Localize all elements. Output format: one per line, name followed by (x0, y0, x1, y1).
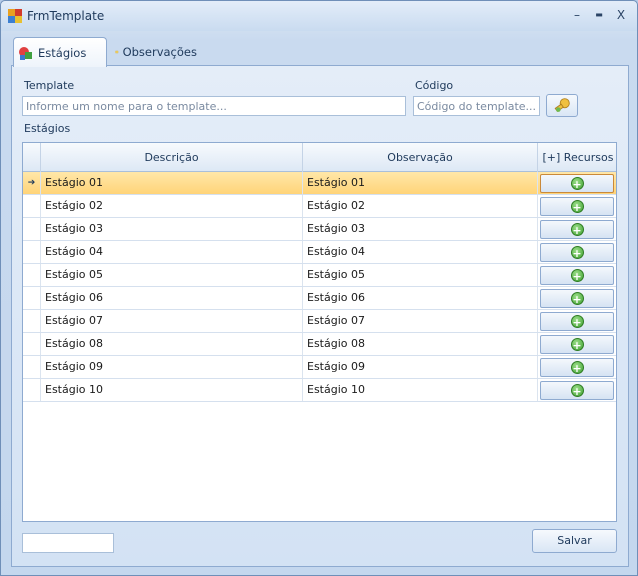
cell-observacao[interactable]: Estágio 06 (303, 287, 538, 309)
tab-observacoes-label: Observações (122, 44, 197, 59)
add-recurso-button[interactable]: + (540, 358, 614, 377)
row-indicator[interactable] (23, 195, 41, 217)
cell-descricao[interactable]: Estágio 07 (41, 310, 303, 332)
plus-icon: + (570, 361, 584, 375)
row-indicator[interactable] (23, 333, 41, 355)
add-recurso-button[interactable]: + (540, 335, 614, 354)
cell-descricao[interactable]: Estágio 10 (41, 379, 303, 401)
template-input[interactable]: Informe um nome para o template... (22, 96, 406, 116)
cell-observacao[interactable]: Estágio 04 (303, 241, 538, 263)
plus-icon: + (570, 269, 584, 283)
notes-icon (115, 50, 119, 53)
row-indicator[interactable] (23, 310, 41, 332)
window-title: FrmTemplate (27, 9, 105, 23)
cell-observacao[interactable]: Estágio 05 (303, 264, 538, 286)
cell-observacao[interactable]: Estágio 01 (303, 172, 538, 194)
table-row[interactable]: Estágio 05 Estágio 05 + (23, 264, 616, 287)
search-template-button[interactable] (546, 94, 578, 117)
add-recurso-button[interactable]: + (540, 197, 614, 216)
row-indicator[interactable] (23, 379, 41, 401)
add-recurso-button[interactable]: + (540, 381, 614, 400)
row-indicator[interactable] (23, 218, 41, 240)
cell-observacao[interactable]: Estágio 08 (303, 333, 538, 355)
add-recurso-button[interactable]: + (540, 220, 614, 239)
codigo-input[interactable]: Código do template... (413, 96, 540, 116)
cell-descricao[interactable]: Estágio 01 (41, 172, 303, 194)
add-recurso-button[interactable]: + (540, 243, 614, 262)
maximize-icon[interactable]: ▬ (591, 7, 607, 23)
table-row[interactable]: Estágio 06 Estágio 06 + (23, 287, 616, 310)
column-header-recursos[interactable]: [+] Recursos (538, 143, 616, 172)
plus-icon: + (570, 292, 584, 306)
cell-observacao[interactable]: Estágio 09 (303, 356, 538, 378)
cell-descricao[interactable]: Estágio 06 (41, 287, 303, 309)
header-indicator-cell (23, 143, 41, 172)
plus-icon: + (570, 200, 584, 214)
table-row[interactable]: Estágio 10 Estágio 10 + (23, 379, 616, 402)
table-row[interactable]: Estágio 07 Estágio 07 + (23, 310, 616, 333)
codigo-label: Código (415, 79, 454, 92)
table-row[interactable]: Estágio 02 Estágio 02 + (23, 195, 616, 218)
cell-descricao[interactable]: Estágio 08 (41, 333, 303, 355)
plus-icon: + (570, 246, 584, 260)
plus-icon: + (570, 223, 584, 237)
table-row[interactable]: ➔ Estágio 01 Estágio 01 + (23, 172, 616, 195)
add-recurso-button[interactable]: + (540, 174, 614, 193)
estagios-grid: Descrição Observação [+] Recursos ➔ Estág… (22, 142, 617, 522)
tab-estagios-label: Estágios (38, 45, 87, 60)
column-header-descricao[interactable]: Descrição (41, 143, 303, 172)
row-indicator[interactable]: ➔ (23, 172, 41, 194)
table-row[interactable]: Estágio 08 Estágio 08 + (23, 333, 616, 356)
cell-observacao[interactable]: Estágio 10 (303, 379, 538, 401)
key-search-icon (554, 98, 570, 113)
minimize-icon[interactable]: – (569, 7, 585, 23)
save-button[interactable]: Salvar (532, 529, 617, 553)
row-indicator[interactable] (23, 264, 41, 286)
table-row[interactable]: Estágio 09 Estágio 09 + (23, 356, 616, 379)
plus-icon: + (570, 338, 584, 352)
add-recurso-button[interactable]: + (540, 289, 614, 308)
add-recurso-button[interactable]: + (540, 312, 614, 331)
cell-descricao[interactable]: Estágio 05 (41, 264, 303, 286)
title-bar[interactable]: FrmTemplate – ▬ X (1, 1, 637, 31)
plus-icon: + (570, 384, 584, 398)
estagios-label: Estágios (24, 122, 71, 135)
current-row-arrow-icon: ➔ (27, 178, 36, 188)
cell-descricao[interactable]: Estágio 03 (41, 218, 303, 240)
row-indicator[interactable] (23, 287, 41, 309)
plus-icon: + (570, 177, 584, 191)
cell-descricao[interactable]: Estágio 04 (41, 241, 303, 263)
tab-observacoes[interactable]: Observações (111, 37, 207, 66)
status-field[interactable] (22, 533, 114, 553)
column-header-observacao[interactable]: Observação (303, 143, 538, 172)
table-row[interactable]: Estágio 03 Estágio 03 + (23, 218, 616, 241)
cell-descricao[interactable]: Estágio 02 (41, 195, 303, 217)
cell-descricao[interactable]: Estágio 09 (41, 356, 303, 378)
table-row[interactable]: Estágio 04 Estágio 04 + (23, 241, 616, 264)
cell-observacao[interactable]: Estágio 02 (303, 195, 538, 217)
cell-observacao[interactable]: Estágio 07 (303, 310, 538, 332)
colored-boxes-icon (19, 46, 32, 60)
row-indicator[interactable] (23, 241, 41, 263)
grid-header: Descrição Observação [+] Recursos (23, 143, 616, 172)
close-icon[interactable]: X (613, 7, 629, 23)
plus-icon: + (570, 315, 584, 329)
form-window: FrmTemplate – ▬ X Estágios Observações T… (0, 0, 638, 576)
cell-observacao[interactable]: Estágio 03 (303, 218, 538, 240)
template-label: Template (24, 79, 75, 92)
tab-estagios[interactable]: Estágios (13, 37, 107, 67)
app-icon (8, 9, 22, 23)
add-recurso-button[interactable]: + (540, 266, 614, 285)
row-indicator[interactable] (23, 356, 41, 378)
